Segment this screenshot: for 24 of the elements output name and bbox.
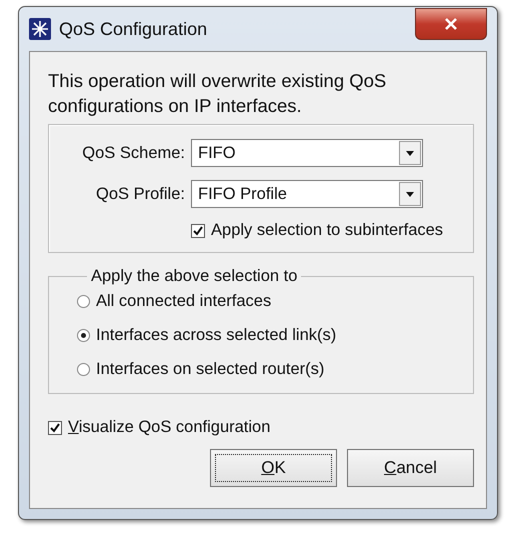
radio-label: Interfaces on selected router(s): [96, 360, 324, 379]
checkbox-label: Visualize QoS configuration: [68, 418, 270, 437]
close-icon: [444, 18, 458, 30]
warning-message: This operation will overwrite existing QoS configurations on IP interfaces.: [48, 69, 388, 118]
radio-label: Interfaces across selected link(s): [96, 326, 336, 345]
radio-button[interactable]: [77, 363, 90, 376]
radio-label: All connected interfaces: [96, 292, 272, 311]
caret-icon: [399, 182, 421, 206]
radio-button[interactable]: [77, 329, 90, 342]
radio-button[interactable]: [77, 295, 90, 308]
dropdown[interactable]: FIFO Profile: [191, 180, 423, 208]
ok-button[interactable]: OK: [210, 449, 337, 487]
dropdown[interactable]: FIFO: [191, 139, 423, 167]
field-label: QoS Profile:: [95, 184, 186, 204]
star-icon: [29, 18, 51, 40]
caret-icon: [399, 141, 421, 165]
window-title: QoS Configuration: [59, 18, 208, 40]
cancel-button[interactable]: Cancel: [347, 449, 474, 487]
checkbox[interactable]: [191, 224, 205, 238]
group-title: Apply the above selection to: [90, 267, 298, 286]
close-button[interactable]: [415, 8, 487, 40]
field-label: QoS Scheme:: [81, 144, 186, 162]
checkbox[interactable]: [48, 420, 62, 434]
checkbox-label: Apply selection to subinterfaces: [211, 221, 444, 240]
